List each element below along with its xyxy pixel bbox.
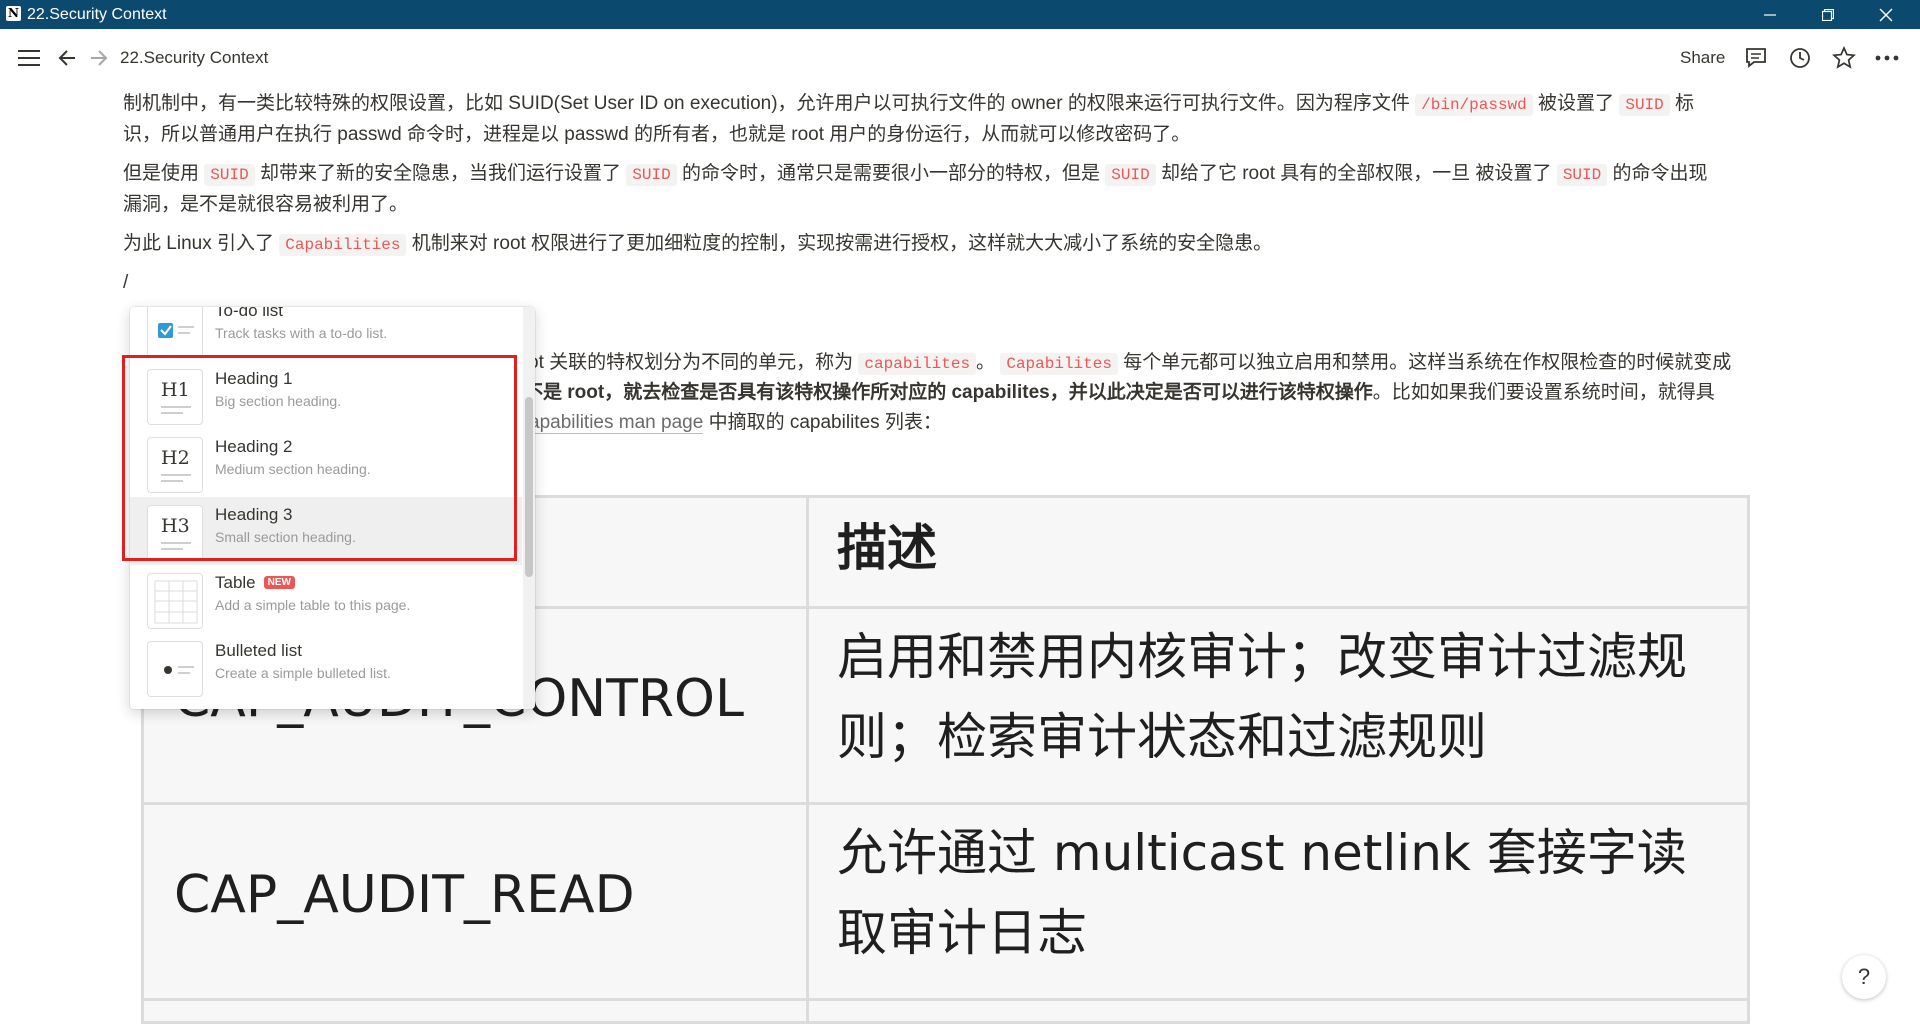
forward-button[interactable] [84, 43, 114, 73]
bullet-list-icon [164, 666, 194, 674]
inline-code: /bin/passwd [1415, 94, 1533, 116]
breadcrumb[interactable]: 22.Security Context [120, 29, 268, 87]
new-badge: NEW [263, 576, 295, 589]
menu-scrollbar[interactable] [523, 307, 535, 709]
paragraph-capability-check: 不是 root，就去检查是否具有该特权操作所对应的 capabilites，并以… [524, 382, 1715, 403]
menu-item-title: To-do list [215, 307, 284, 320]
close-icon [1879, 8, 1893, 21]
menu-icon [18, 50, 40, 66]
table-thumbnail [147, 573, 203, 629]
sidebar-toggle-button[interactable] [14, 43, 44, 73]
table-icon [154, 580, 198, 624]
menu-item-title: Table NEW [215, 573, 295, 593]
comments-button[interactable] [1741, 43, 1771, 73]
share-button[interactable]: Share [1680, 29, 1725, 87]
man-page-link[interactable]: apabilities man page [529, 412, 704, 434]
window-titlebar: N 22.Security Context [0, 0, 1920, 29]
menu-item-description: Track tasks with a to-do list. [215, 325, 388, 341]
todo-thumbnail [147, 307, 203, 357]
annotation-highlight-box [122, 355, 517, 561]
inline-code: Capabilities [279, 234, 407, 256]
table-row: CAP_AUDIT_READ 允许通过 multicast netlink 套接… [144, 802, 1747, 998]
page-topbar: 22.Security Context Share [0, 29, 1920, 85]
paragraph-man-page: apabilities man page 中摘取的 capabilites 列表… [529, 412, 942, 434]
table-cell-description: 允许通过 multicast netlink 套接字读取审计日志 [837, 824, 1687, 962]
table-cell-name: CAP_AUDIT_READ [174, 865, 635, 925]
menu-scrollbar-thumb[interactable] [525, 397, 533, 577]
updates-button[interactable] [1785, 43, 1815, 73]
forward-arrow-icon [91, 50, 108, 66]
inline-code: SUID [1105, 164, 1156, 186]
minimize-button[interactable] [1742, 0, 1798, 29]
help-button[interactable]: ? [1842, 955, 1886, 999]
inline-code: SUID [1619, 94, 1670, 116]
back-arrow-icon [58, 50, 75, 66]
menu-item-bulleted-list[interactable]: Bulleted list Create a simple bulleted l… [130, 633, 522, 701]
inline-code: SUID [1556, 164, 1608, 186]
table-header-description: 描述 [837, 519, 937, 577]
inline-code: SUID [204, 164, 255, 186]
restore-button[interactable] [1800, 0, 1856, 29]
paragraph-capabilities-units: ot 关联的特权划分为不同的单元，称为 capabilites。 Capabil… [528, 352, 1732, 375]
notion-app-icon: N [6, 6, 21, 21]
more-options-button[interactable] [1872, 43, 1902, 73]
more-icon [1875, 55, 1899, 61]
inline-code: capabilites [858, 353, 977, 375]
window-title: 22.Security Context [27, 6, 167, 23]
minimize-icon [1764, 13, 1776, 16]
back-button[interactable] [52, 43, 82, 73]
inline-code: SUID [626, 164, 677, 186]
history-clock-icon [1790, 48, 1810, 68]
paragraph-suid-risk: 但是使用 SUID 却带来了新的安全隐患，当我们运行设置了 SUID 的命令时，… [123, 163, 1708, 215]
paragraph-suid-intro: 制机制中，有一类比较特殊的权限设置，比如 SUID(Set User ID on… [123, 93, 1695, 145]
table-cell-description: 启用和禁用内核审计；改变审计过滤规则；检索审计状态和过滤规则 [837, 628, 1687, 766]
restore-icon [1822, 8, 1834, 21]
close-button[interactable] [1858, 0, 1914, 29]
star-icon [1832, 46, 1856, 69]
menu-item-title: Bulleted list [215, 641, 302, 660]
favorite-button[interactable] [1829, 43, 1859, 73]
slash-command-text[interactable]: / [123, 268, 1783, 298]
menu-item-description: Create a simple bulleted list. [215, 665, 391, 681]
checkbox-icon [158, 323, 194, 338]
paragraph-capabilities-intro: 为此 Linux 引入了 Capabilities 机制来对 root 权限进行… [123, 233, 1273, 256]
table-row [144, 998, 1747, 1021]
menu-item-table[interactable]: Table NEW Add a simple table to this page… [130, 565, 522, 633]
comment-icon [1746, 48, 1766, 68]
menu-item-description: Add a simple table to this page. [215, 597, 411, 613]
inline-code: Capabilites [1000, 353, 1118, 375]
menu-item-todo-list[interactable]: To-do list Track tasks with a to-do list… [130, 307, 522, 361]
bulleted-list-thumbnail [147, 641, 203, 697]
